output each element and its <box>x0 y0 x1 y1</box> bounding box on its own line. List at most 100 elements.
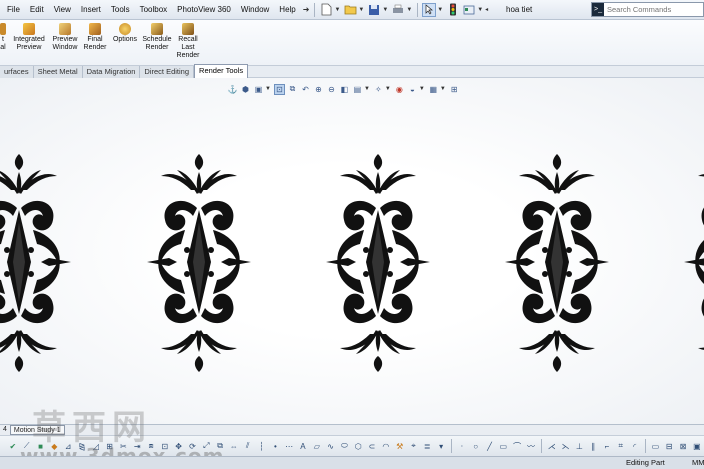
zoom-out-icon[interactable]: ⊖ <box>326 84 337 95</box>
appearance-icon[interactable]: ◉ <box>394 84 405 95</box>
repair-icon[interactable]: ⚒ <box>394 441 405 452</box>
chevron-down-icon[interactable]: ▼ <box>385 86 391 92</box>
filter-icon[interactable]: ⊠ <box>678 441 689 452</box>
snap-grid-icon[interactable]: ⌗ <box>615 441 626 452</box>
save-icon[interactable] <box>367 3 381 17</box>
stretch-icon[interactable]: ⇔ <box>229 441 240 452</box>
centerline-icon[interactable]: ⋯ <box>284 441 295 452</box>
circle-icon[interactable]: ○ <box>470 441 481 452</box>
snap-parallel-icon[interactable]: ∥ <box>588 441 599 452</box>
open-folder-icon[interactable] <box>343 3 357 17</box>
snap-endpoint-icon[interactable]: ⋌ <box>546 441 557 452</box>
freeform-icon[interactable]: 〰 <box>526 441 537 452</box>
quick-snaps-icon[interactable]: ⌖ <box>408 441 419 452</box>
chevron-down-icon[interactable]: ▼ <box>477 7 483 13</box>
scene-icon[interactable]: ◒ <box>407 84 418 95</box>
print-icon[interactable] <box>391 3 405 17</box>
tab-render-tools[interactable]: Render Tools <box>194 64 249 78</box>
layer-icon[interactable]: ≣ <box>422 441 433 452</box>
status-units[interactable]: MM <box>692 457 704 469</box>
display-style-icon[interactable]: ▣ <box>253 84 264 95</box>
menu-file[interactable]: File <box>2 0 25 20</box>
chevron-down-icon[interactable]: ▼ <box>406 7 412 13</box>
lasso-select-icon[interactable]: ⊟ <box>664 441 675 452</box>
section-view-icon[interactable]: ◧ <box>339 84 350 95</box>
render-settings-icon[interactable]: ▦ <box>428 84 439 95</box>
menu-photoview[interactable]: PhotoView 360 <box>172 0 236 20</box>
checkmark-icon[interactable]: ✔ <box>8 441 19 452</box>
search-input[interactable] <box>604 5 700 14</box>
menu-window[interactable]: Window <box>236 0 274 20</box>
options-icon[interactable] <box>462 3 476 17</box>
graphics-viewport[interactable]: ⚓ ⬢ ▣ ▼ ⊡ ⧉ ↶ ⊕ ⊖ ◧ ▤ ▼ ✧ ▼ ◉ ◒ ▼ ▦ ▼ ⊞ <box>0 78 704 424</box>
ornament-motif <box>147 154 251 372</box>
menu-help[interactable]: Help <box>274 0 300 20</box>
view-orientation-icon[interactable]: ⬢ <box>240 84 251 95</box>
tab-direct-editing[interactable]: Direct Editing <box>140 66 195 78</box>
rectangle-icon[interactable]: ▭ <box>498 441 509 452</box>
ribbon-button-recall-last-render[interactable]: Recall Last Render <box>175 23 201 60</box>
ribbon-button-final-render[interactable]: Final Render <box>82 23 108 52</box>
ellipse-icon[interactable]: ⬭ <box>339 441 350 452</box>
zoom-to-fit-icon[interactable]: ⊡ <box>273 83 285 95</box>
point-tool-icon[interactable]: ⋅ <box>456 441 467 452</box>
more-tools-icon[interactable]: ▣ <box>691 441 702 452</box>
menu-insert[interactable]: Insert <box>76 0 106 20</box>
zoom-to-area-icon[interactable]: ⧉ <box>287 84 298 95</box>
integrated-preview-icon <box>23 23 35 35</box>
previous-view-icon[interactable]: ↶ <box>300 84 311 95</box>
main-menu: File Edit View Insert Tools Toolbox Phot… <box>0 0 311 20</box>
anchor-icon[interactable]: ⚓ <box>227 84 238 95</box>
plane-icon[interactable]: ▱ <box>311 441 322 452</box>
text-icon[interactable]: A <box>298 441 309 452</box>
model-tab[interactable]: 4 <box>0 425 10 435</box>
menu-tools[interactable]: Tools <box>106 0 135 20</box>
chevron-down-icon[interactable]: ▾ <box>436 441 447 452</box>
ribbon-button-integrated-preview[interactable]: Integrated Preview <box>10 23 48 52</box>
snap-corner-icon[interactable]: ⌐ <box>602 441 613 452</box>
chevron-down-icon[interactable]: ▼ <box>419 86 425 92</box>
view-settings-icon[interactable]: ▤ <box>352 84 363 95</box>
tangent-arc-icon[interactable]: ⌒ <box>512 441 523 452</box>
heads-up-view-toolbar: ⚓ ⬢ ▣ ▼ ⊡ ⧉ ↶ ⊕ ⊖ ◧ ▤ ▼ ✧ ▼ ◉ ◒ ▼ ▦ ▼ ⊞ <box>226 82 461 96</box>
zoom-in-icon[interactable]: ⊕ <box>313 84 324 95</box>
point-icon[interactable]: • <box>270 441 281 452</box>
polygon-icon[interactable]: ⬡ <box>353 441 364 452</box>
chevron-down-icon[interactable]: ▼ <box>440 86 446 92</box>
tab-sheet-metal[interactable]: Sheet Metal <box>33 66 83 78</box>
slot-icon[interactable]: ⊂ <box>367 441 378 452</box>
hide-show-icon[interactable]: ✧ <box>373 84 384 95</box>
tab-data-migration[interactable]: Data Migration <box>82 66 141 78</box>
select-arrow-icon[interactable] <box>422 2 437 17</box>
chevron-down-icon[interactable]: ▼ <box>437 7 443 13</box>
chevron-down-icon[interactable]: ▼ <box>265 86 271 92</box>
rebuild-icon[interactable] <box>446 3 460 17</box>
snap-midpoint-icon[interactable]: ⋋ <box>560 441 571 452</box>
tab-surfaces[interactable]: urfaces <box>0 66 34 78</box>
menu-pin-icon[interactable]: ➜ <box>301 5 312 14</box>
chevron-down-icon[interactable]: ▼ <box>382 7 388 13</box>
new-document-icon[interactable] <box>319 3 333 17</box>
menu-edit[interactable]: Edit <box>25 0 49 20</box>
ribbon-button-schedule-render[interactable]: Schedule Render <box>141 23 173 52</box>
arc-icon[interactable]: ◠ <box>380 441 391 452</box>
menu-view[interactable]: View <box>49 0 76 20</box>
snap-tangent-icon[interactable]: ◜ <box>629 441 640 452</box>
chevron-down-icon[interactable]: ▼ <box>364 86 370 92</box>
ribbon-button-final-render-partial[interactable]: t al <box>0 23 8 52</box>
construction-icon[interactable]: ┆ <box>256 441 267 452</box>
box-select-icon[interactable]: ▭ <box>650 441 661 452</box>
more-icon[interactable]: ◂ <box>485 6 488 13</box>
ribbon-label: Render <box>83 44 107 51</box>
chevron-down-icon[interactable]: ▼ <box>334 7 340 13</box>
ribbon-button-preview-window[interactable]: Preview Window <box>50 23 80 52</box>
search-box[interactable]: >_ <box>591 2 704 17</box>
split-icon[interactable]: ⫽ <box>242 441 253 452</box>
viewport-split-icon[interactable]: ⊞ <box>449 84 460 95</box>
chevron-down-icon[interactable]: ▼ <box>358 7 364 13</box>
menu-toolbox[interactable]: Toolbox <box>135 0 173 20</box>
ribbon-button-options[interactable]: Options <box>111 23 139 44</box>
snap-perpendicular-icon[interactable]: ⊥ <box>574 441 585 452</box>
spline-icon[interactable]: ∿ <box>325 441 336 452</box>
line-icon[interactable]: ╱ <box>484 441 495 452</box>
